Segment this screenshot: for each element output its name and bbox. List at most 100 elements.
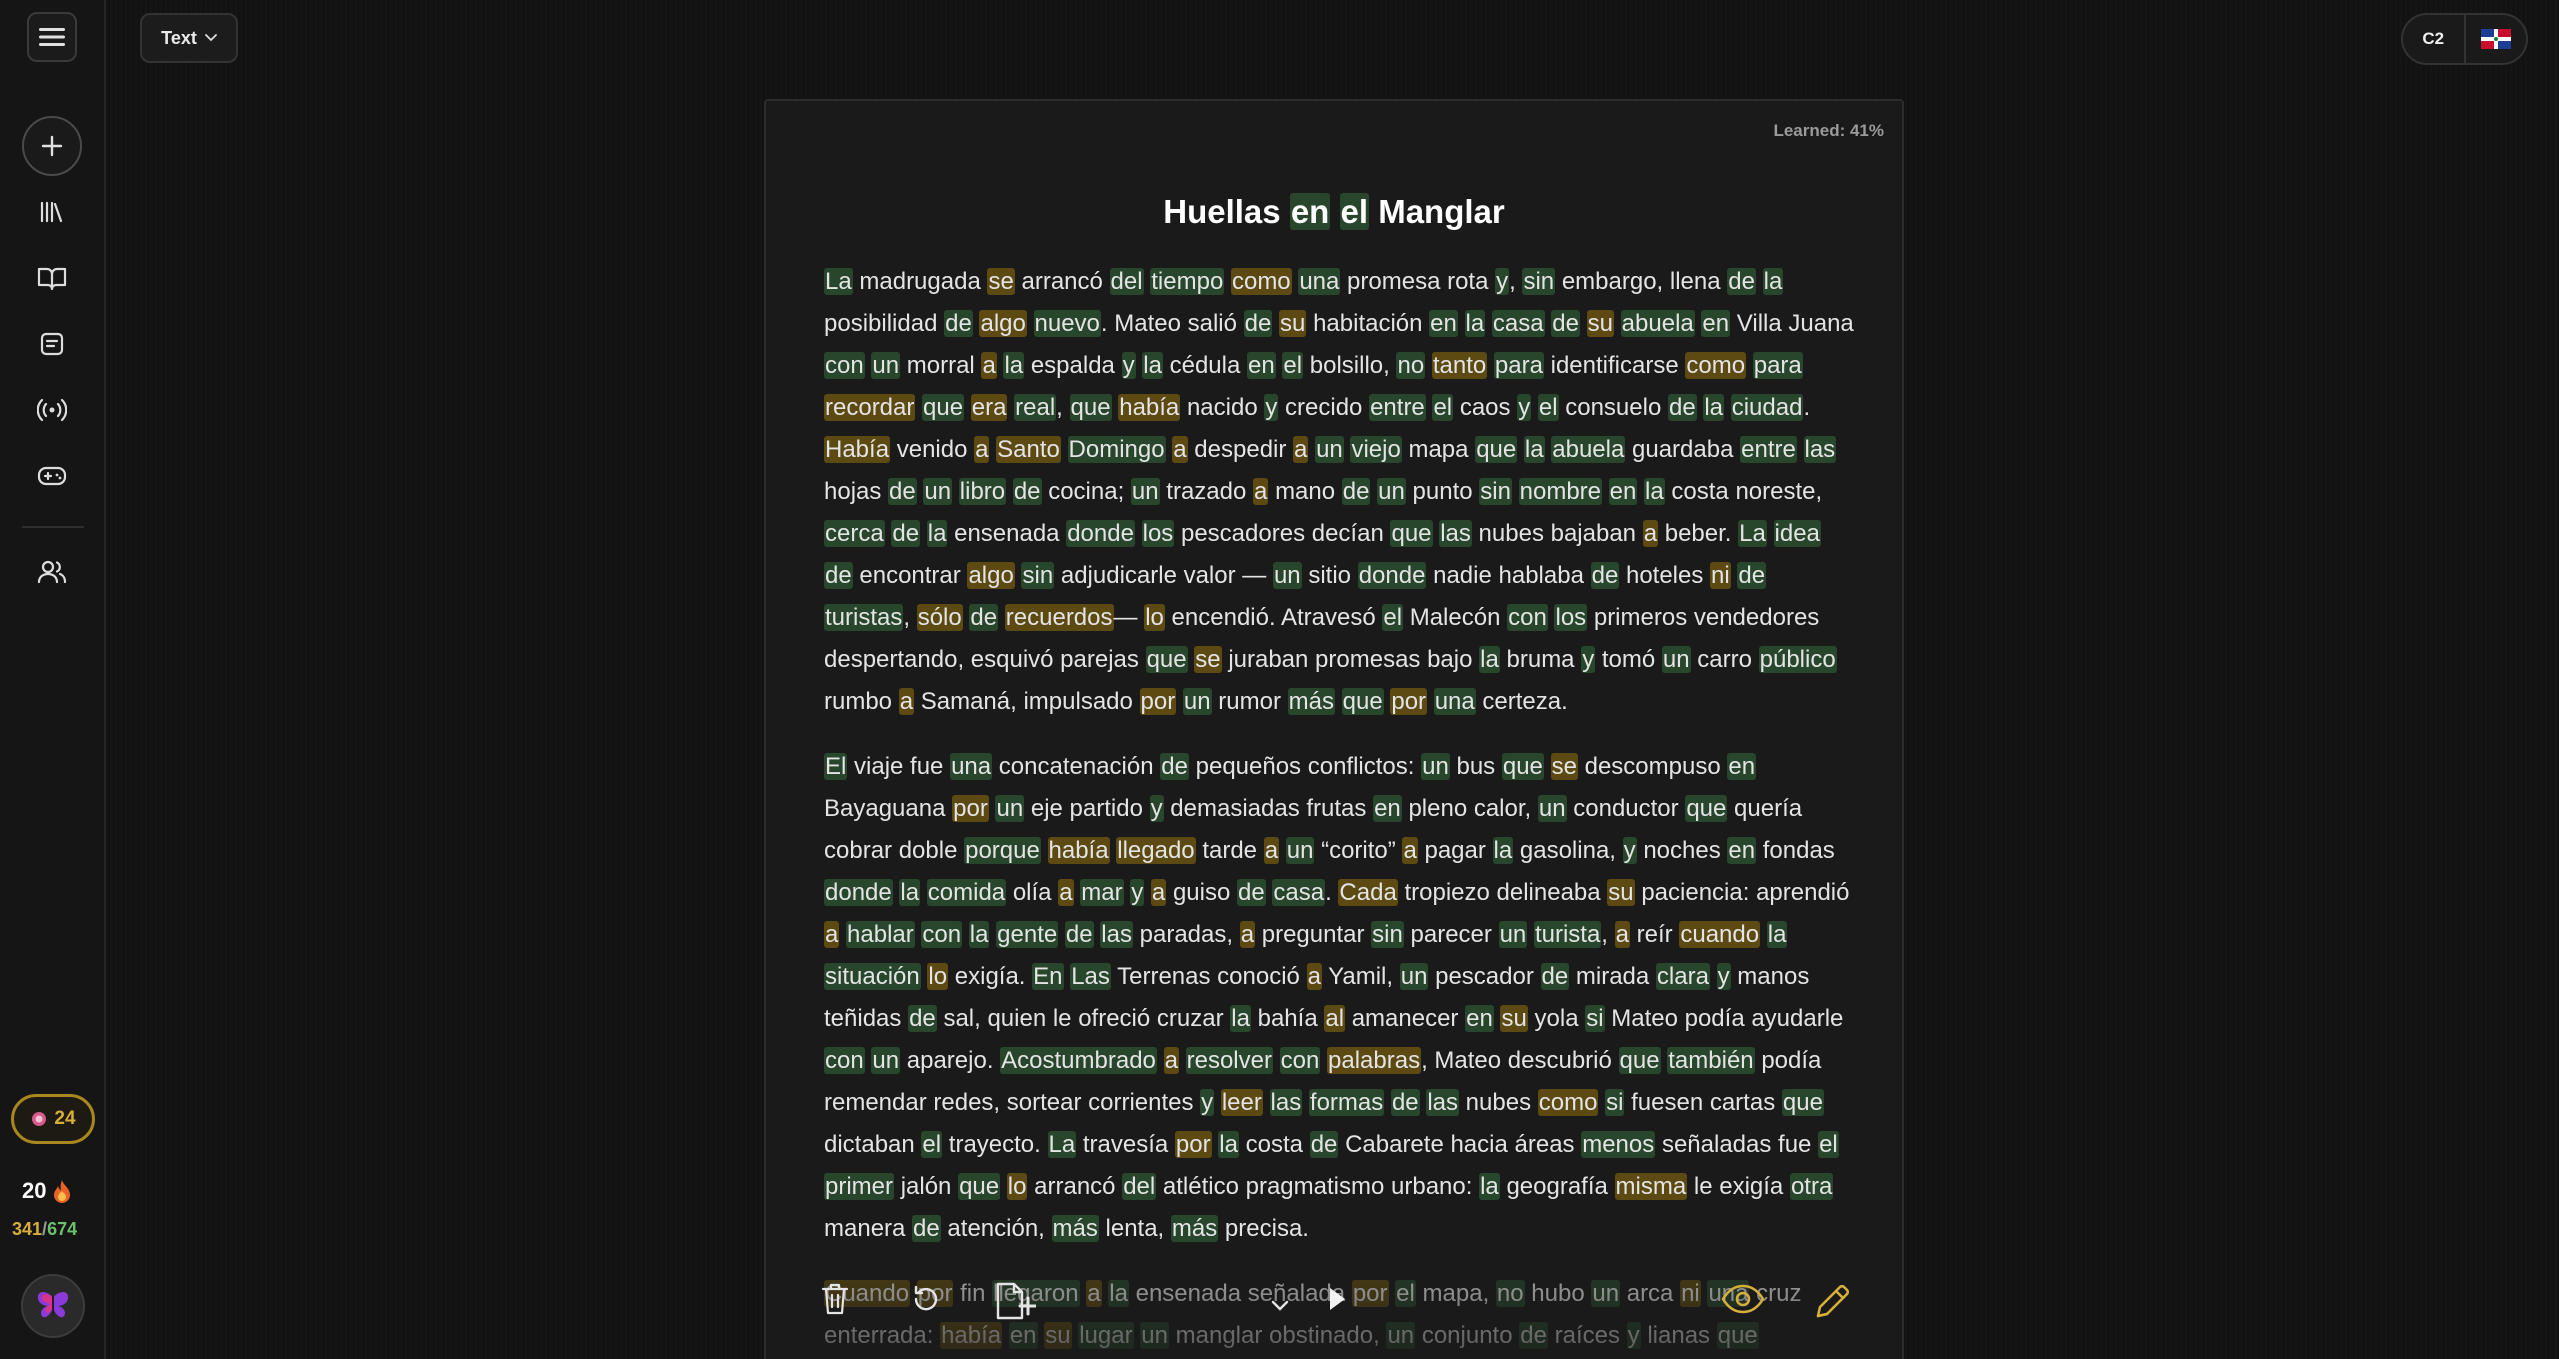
learning-word[interactable]: Santo — [996, 436, 1061, 463]
plain-text[interactable]: exigía. — [955, 963, 1026, 990]
known-word[interactable]: y — [1581, 646, 1596, 673]
known-word[interactable]: con — [1507, 604, 1548, 631]
plain-text[interactable]: jalón — [901, 1173, 952, 1200]
plain-text[interactable]: noches — [1643, 837, 1720, 864]
plain-text[interactable]: cocina; — [1048, 478, 1124, 505]
title-word[interactable]: Manglar — [1378, 193, 1505, 230]
known-word[interactable]: en — [1429, 310, 1458, 337]
plain-text[interactable]: manera — [824, 1215, 905, 1242]
plain-text[interactable]: promesa rota — [1347, 268, 1488, 295]
known-word[interactable]: que — [922, 394, 965, 421]
known-word[interactable]: sin — [1021, 562, 1055, 589]
known-word[interactable]: sin — [1522, 268, 1556, 295]
known-word[interactable]: casa — [1491, 310, 1545, 337]
known-word[interactable]: La — [824, 268, 853, 295]
plain-text[interactable]: viaje fue — [854, 753, 943, 780]
known-word[interactable]: y — [1121, 352, 1136, 379]
plain-text[interactable]: , — [1509, 268, 1516, 295]
known-word[interactable]: sin — [1479, 478, 1512, 505]
learning-word[interactable]: palabras — [1327, 1047, 1422, 1074]
avatar[interactable] — [21, 1274, 85, 1338]
plain-text[interactable]: nacido — [1187, 394, 1258, 421]
reset-button[interactable] — [908, 1281, 944, 1317]
known-word[interactable]: y — [1130, 879, 1145, 906]
delete-button[interactable] — [817, 1281, 853, 1317]
learning-word[interactable]: Cada — [1338, 879, 1398, 906]
plain-text[interactable]: fondas — [1763, 837, 1835, 864]
plain-text[interactable]: conductor — [1573, 795, 1678, 822]
plain-text[interactable]: señaladas fue — [1662, 1131, 1811, 1158]
known-word[interactable]: la — [1479, 1173, 1500, 1200]
learning-word[interactable]: se — [1194, 646, 1222, 673]
plain-text[interactable]: amanecer — [1352, 1005, 1459, 1032]
known-word[interactable]: casa — [1272, 879, 1326, 906]
learning-word[interactable]: a — [981, 352, 997, 379]
plain-text[interactable]: adjudicarle valor — — [1061, 562, 1266, 589]
known-word[interactable]: la — [1523, 436, 1545, 463]
plain-text[interactable]: gasolina, — [1520, 837, 1616, 864]
plain-text[interactable]: . — [1325, 879, 1332, 906]
known-word[interactable]: y — [1149, 795, 1164, 822]
known-word[interactable]: y — [1716, 963, 1731, 990]
learning-word[interactable]: llegado — [1116, 837, 1196, 864]
mark-known-button[interactable] — [1268, 1296, 1292, 1316]
known-word[interactable]: un — [1421, 753, 1450, 780]
known-word[interactable]: Las — [1070, 963, 1111, 990]
plain-text[interactable]: Malecón — [1410, 604, 1501, 631]
plain-text[interactable]: rumor — [1218, 688, 1281, 715]
plain-text[interactable]: guardaba — [1632, 436, 1733, 463]
known-word[interactable]: la — [1479, 646, 1500, 673]
known-word[interactable]: un — [1377, 478, 1406, 505]
plain-text[interactable]: yola — [1535, 1005, 1579, 1032]
learning-word[interactable]: a — [1614, 921, 1630, 948]
known-word[interactable]: con — [824, 1047, 865, 1074]
plain-text[interactable]: descompuso — [1585, 753, 1721, 780]
plain-text[interactable]: , — [903, 604, 910, 631]
known-word[interactable]: abuela — [1551, 436, 1626, 463]
plain-text[interactable]: pescador — [1435, 963, 1534, 990]
known-word[interactable]: el — [1382, 604, 1404, 631]
known-word[interactable]: gente — [996, 921, 1059, 948]
title-word[interactable]: en — [1289, 193, 1331, 230]
plain-text[interactable]: crecido — [1285, 394, 1362, 421]
plain-text[interactable]: sal, quien le ofreció cruzar — [943, 1005, 1223, 1032]
learning-word[interactable]: a — [1172, 436, 1188, 463]
known-word[interactable]: nombre — [1518, 478, 1602, 505]
known-word[interactable]: un — [1661, 646, 1691, 673]
plain-text[interactable]: — — [1114, 604, 1138, 631]
known-word[interactable]: para — [1752, 352, 1803, 379]
known-word[interactable]: en — [1701, 310, 1731, 337]
known-word[interactable]: otra — [1789, 1173, 1834, 1200]
plain-text[interactable]: parecer — [1411, 921, 1492, 948]
plain-text[interactable]: tomó — [1602, 646, 1655, 673]
known-word[interactable]: que — [1145, 646, 1188, 673]
plain-text[interactable]: despedir — [1194, 436, 1286, 463]
known-word[interactable]: menos — [1581, 1131, 1656, 1158]
learning-word[interactable]: como — [1537, 1089, 1599, 1116]
known-word[interactable]: si — [1585, 1005, 1605, 1032]
plain-text[interactable]: geografía — [1506, 1173, 1607, 1200]
learning-word[interactable]: algo — [967, 562, 1015, 589]
known-word[interactable]: de — [944, 310, 973, 337]
known-word[interactable]: turistas — [824, 604, 904, 631]
known-word[interactable]: de — [1064, 921, 1094, 948]
known-word[interactable]: El — [824, 753, 848, 780]
known-word[interactable]: con — [921, 921, 963, 948]
plain-text[interactable]: ensenada — [954, 520, 1059, 547]
plain-text[interactable]: , — [1601, 921, 1608, 948]
learning-word[interactable]: se — [1550, 753, 1578, 780]
known-word[interactable]: Acostumbrado — [1000, 1047, 1157, 1074]
learning-word[interactable]: a — [1642, 520, 1659, 547]
known-word[interactable]: que — [1475, 436, 1518, 463]
known-word[interactable]: las — [1100, 921, 1133, 948]
known-word[interactable]: nuevo — [1033, 310, 1101, 337]
known-word[interactable]: para — [1493, 352, 1544, 379]
known-word[interactable]: un — [1315, 436, 1344, 463]
play-button[interactable] — [1322, 1281, 1352, 1317]
known-word[interactable]: un — [1498, 921, 1528, 948]
known-word[interactable]: un — [995, 795, 1025, 822]
known-word[interactable]: de — [1390, 1089, 1420, 1116]
learning-word[interactable]: Había — [824, 436, 891, 463]
known-word[interactable]: que — [1781, 1089, 1824, 1116]
learning-word[interactable]: lo — [1006, 1173, 1028, 1200]
